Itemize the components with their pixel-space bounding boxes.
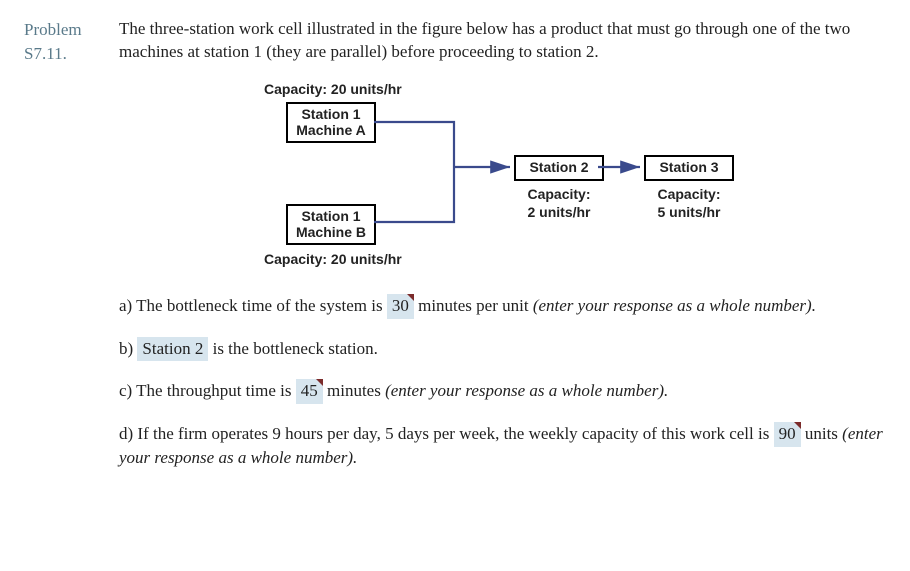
problem-label-line2: S7.11. xyxy=(24,44,67,63)
question-c: c) The throughput time is 45 minutes (en… xyxy=(119,379,886,404)
qb-answer[interactable]: Station 2 xyxy=(137,337,208,362)
qd-pre: d) If the firm operates 9 hours per day,… xyxy=(119,424,774,443)
qc-pre: c) The throughput time is xyxy=(119,381,296,400)
question-a: a) The bottleneck time of the system is … xyxy=(119,294,886,319)
qb-post: is the bottleneck station. xyxy=(208,339,378,358)
question-d: d) If the firm operates 9 hours per day,… xyxy=(119,422,886,470)
problem-label: Problem S7.11. xyxy=(24,18,119,66)
question-b: b) Station 2 is the bottleneck station. xyxy=(119,337,886,362)
problem-header: Problem S7.11. The three-station work ce… xyxy=(24,18,886,66)
flow-arrows xyxy=(224,80,744,280)
qa-hint: (enter your response as a whole number). xyxy=(533,296,816,315)
qc-answer[interactable]: 45 xyxy=(296,379,323,404)
diagram: Capacity: 20 units/hr Station 1 Machine … xyxy=(224,80,886,280)
qd-post: units xyxy=(801,424,843,443)
qc-post: minutes xyxy=(323,381,385,400)
qb-pre: b) xyxy=(119,339,137,358)
problem-label-line1: Problem xyxy=(24,20,82,39)
qa-post: minutes per unit xyxy=(414,296,533,315)
problem-statement: The three-station work cell illustrated … xyxy=(119,18,886,64)
qc-hint: (enter your response as a whole number). xyxy=(385,381,668,400)
qd-answer[interactable]: 90 xyxy=(774,422,801,447)
questions: a) The bottleneck time of the system is … xyxy=(119,294,886,471)
qa-answer[interactable]: 30 xyxy=(387,294,414,319)
qa-pre: a) The bottleneck time of the system is xyxy=(119,296,387,315)
